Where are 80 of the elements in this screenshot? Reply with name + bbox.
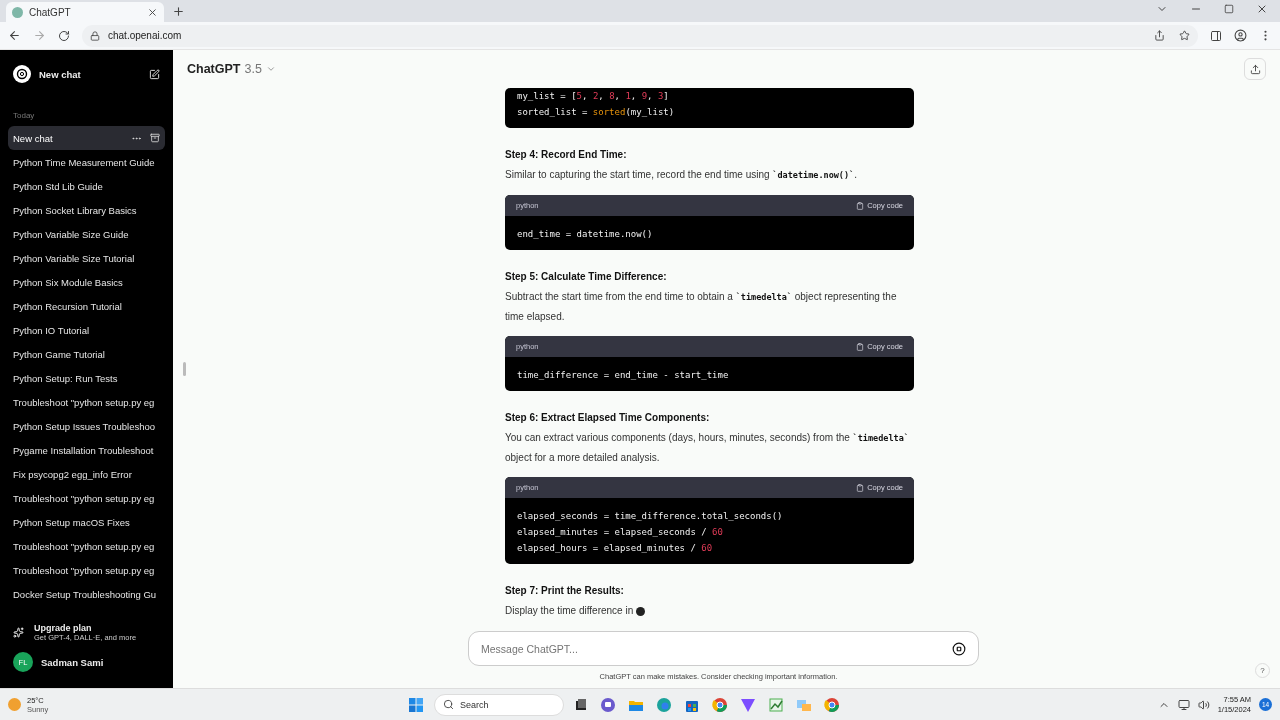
chat-item[interactable]: Python Setup: Run Tests [8,366,165,390]
stop-icon[interactable] [952,641,966,656]
favicon-icon [12,6,23,18]
chat-item[interactable]: Python Variable Size Guide [8,222,165,246]
code-line: end_time = datetime.now() [517,228,654,241]
chat-item[interactable]: Python Variable Size Tutorial [8,246,165,270]
code-line: time_difference = end_time - start_time [517,369,730,382]
paragraph: Display the time difference in [505,605,635,616]
reload-icon[interactable] [58,29,70,42]
paragraph: You can extract various components (days, hours, minutes, seconds) from the `timedelta` object for a more detailed analysis. [505,432,909,463]
funnel-icon[interactable] [740,696,756,713]
maximize-icon[interactable] [1224,3,1234,15]
sun-icon [8,698,21,711]
new-chat-button[interactable]: New chat [8,53,165,95]
section-label: Today [12,110,36,122]
search-icon [443,699,454,710]
chat-item[interactable]: Troubleshoot "python setup.py eg [8,534,165,558]
chat-item[interactable]: Python Socket Library Basics [8,198,165,222]
sidebar-icon[interactable] [1210,29,1222,42]
chat-item[interactable]: New chat [8,126,165,150]
browser-tab[interactable]: ChatGPT [6,2,164,22]
search-field[interactable]: Search [434,693,564,716]
code-line: sorted_list = sorted(my_list) [517,106,676,119]
chat-item[interactable]: Docker Setup Troubleshooting Gu [8,582,165,606]
profile-icon[interactable] [1234,29,1247,42]
step-heading: Step 4: Record End Time: [505,148,628,162]
upload-icon [1249,63,1261,75]
logo-icon [13,65,31,83]
clipboard-icon [856,483,865,492]
share-button[interactable] [1244,58,1266,80]
step-heading: Step 7: Print the Results: [505,584,625,598]
chat-item[interactable]: Pygame Installation Troubleshoot [8,438,165,462]
paragraph: Similar to capturing the start time, record the end time using `datetime.now()`. [505,169,857,180]
start-icon[interactable] [408,696,424,713]
chat-item[interactable]: Fix psycopg2 egg_info Error [8,462,165,486]
chat-item[interactable]: Troubleshoot "python setup.py eg [8,390,165,414]
chat-item[interactable]: Troubleshoot "python setup.py eg [8,558,165,582]
monitor-icon[interactable] [1177,698,1190,711]
close-icon[interactable] [1256,3,1268,15]
chat-item[interactable]: Python Recursion Tutorial [8,294,165,318]
browser-icon[interactable] [656,696,672,713]
volume-icon[interactable] [1197,698,1210,711]
sidebar-handle[interactable] [183,362,186,376]
paragraph: Subtract the start time from the end time to obtain a `timedelta` object representing the time elapsed. [505,291,897,322]
chat-item[interactable]: Python IO Tutorial [8,318,165,342]
chat-item[interactable]: Python Game Tutorial [8,342,165,366]
browser-icon[interactable] [824,696,840,713]
model-version[interactable]: 3.5 [244,62,262,76]
task-view-icon[interactable] [574,697,588,712]
clipboard-icon [856,342,865,351]
compose-icon[interactable] [149,68,160,80]
chat-icon[interactable] [600,696,616,713]
step-heading: Step 6: Extract Elapsed Time Components: [505,411,711,425]
user-name[interactable]: Sadman Sami [41,656,104,668]
sparkle-icon [13,627,24,638]
step-heading: Step 5: Calculate Time Difference: [505,270,668,284]
chat-item[interactable]: Python Six Module Basics [8,270,165,294]
model-name[interactable]: ChatGPT [187,62,241,76]
lock-icon [90,30,100,41]
chat-item[interactable]: Python Setup Issues Troubleshoo [8,414,165,438]
chat-item[interactable]: Python Time Measurement Guide [8,150,165,174]
star-icon[interactable] [1179,30,1190,41]
new-tab-icon[interactable] [172,4,185,18]
chart-icon[interactable] [768,696,784,713]
clipboard-icon [856,201,865,210]
chat-item[interactable]: Troubleshoot "python setup.py eg [8,486,165,510]
message-field[interactable]: Message ChatGPT... [479,641,952,656]
address-field[interactable]: chat.openai.com [82,24,1198,47]
code-line: elapsed_seconds = time_difference.total_seconds() [517,510,784,523]
code-line: my_list = [5, 2, 8, 1, 9, 3] [517,90,670,103]
share-icon[interactable] [1154,30,1165,41]
back-icon[interactable] [8,29,21,42]
browser-icon[interactable] [712,696,728,713]
code-line: elapsed_hours = elapsed_minutes / 60 [517,542,714,555]
chat-item[interactable]: Python Std Lib Guide [8,174,165,198]
message-composer[interactable]: Message ChatGPT... [468,631,979,666]
chat-item[interactable]: Python Setup macOS Fixes [8,510,165,534]
code-line: elapsed_minutes = elapsed_seconds / 60 [517,526,724,539]
archive-icon[interactable] [150,133,160,143]
close-icon[interactable] [147,6,158,18]
